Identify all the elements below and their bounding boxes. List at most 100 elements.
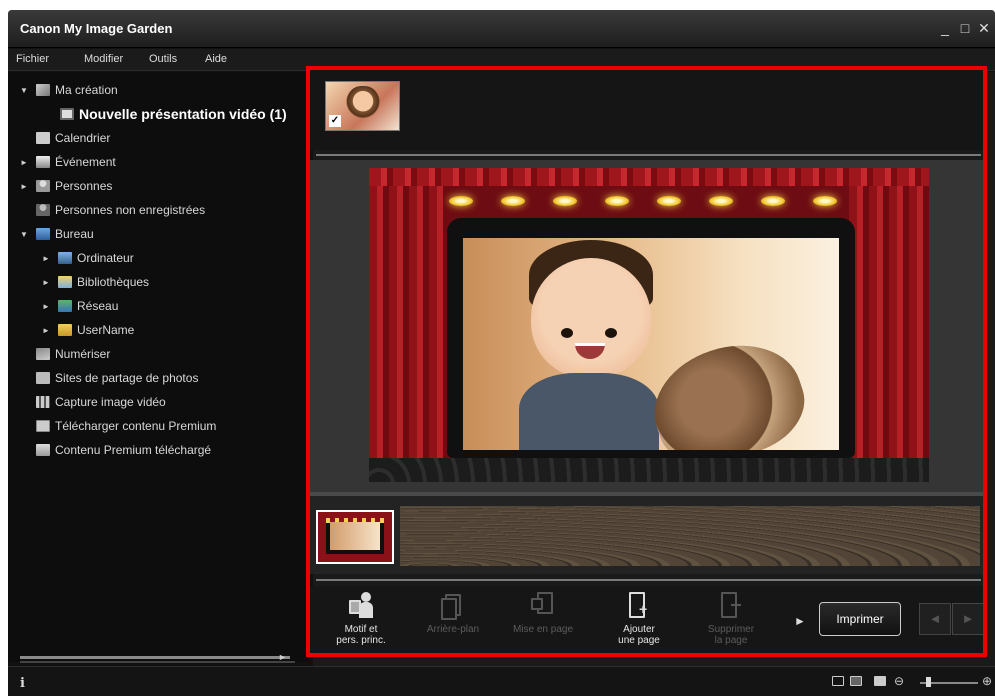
people-icon	[36, 180, 50, 192]
sidebar-tree: ▼ Ma création Nouvelle présentation vidé…	[8, 72, 310, 663]
sidebar-item-label: Sites de partage de photos	[55, 371, 199, 385]
expand-arrow-icon[interactable]: ►	[42, 278, 52, 287]
close-button[interactable]: ✕	[976, 20, 992, 36]
sidebar-item-username[interactable]: ► UserName	[42, 320, 134, 340]
minimize-button[interactable]: _	[937, 20, 953, 36]
sidebar-item-bibliotheques[interactable]: ► Bibliothèques	[42, 272, 149, 292]
zoom-slider-thumb[interactable]	[926, 677, 931, 687]
computer-icon	[58, 252, 72, 264]
button-label: Supprimer	[707, 624, 755, 635]
delete-page-button[interactable]: Supprimer la page	[698, 592, 764, 654]
sidebar-item-label: Télécharger contenu Premium	[55, 419, 217, 433]
event-icon	[36, 156, 50, 168]
strip-background-decoration	[400, 506, 980, 566]
next-button[interactable]: ►	[952, 603, 984, 635]
menu-aide[interactable]: Aide	[205, 53, 227, 65]
app-title: Canon My Image Garden	[20, 21, 173, 36]
view-thumbnail-icon[interactable]	[850, 676, 862, 686]
menu-fichier[interactable]: Fichier	[16, 53, 49, 65]
sidebar-item-calendrier[interactable]: Calendrier	[36, 128, 110, 148]
layout-button[interactable]: Mise en page	[510, 592, 576, 654]
sidebar-item-telecharger-premium[interactable]: Télécharger contenu Premium	[36, 416, 216, 436]
calendar-icon	[36, 132, 50, 144]
button-label: la page	[714, 635, 748, 646]
checkbox-checked-icon[interactable]: ✓	[329, 115, 341, 127]
expand-arrow-icon[interactable]: ▼	[20, 86, 30, 95]
sidebar-item-ma-creation[interactable]: ▼ Ma création	[20, 80, 118, 100]
page-strip-scrollbar[interactable]	[310, 576, 987, 584]
expand-arrow-icon[interactable]: ►	[20, 158, 30, 167]
title-bar: Canon My Image Garden _ □ ✕	[8, 10, 995, 48]
sidebar-item-evenement[interactable]: ► Événement	[20, 152, 116, 172]
sidebar-item-contenu-premium[interactable]: Contenu Premium téléchargé	[36, 440, 211, 460]
button-label: Arrière-plan	[426, 624, 480, 635]
sidebar-item-label: Bibliothèques	[77, 275, 150, 289]
fit-view-icon[interactable]	[874, 676, 886, 686]
menu-modifier[interactable]: Modifier	[84, 53, 123, 65]
delete-page-icon	[719, 592, 743, 620]
stage-lights	[439, 186, 859, 216]
sidebar-item-label: Calendrier	[55, 131, 111, 145]
sidebar-item-sites-partage[interactable]: Sites de partage de photos	[36, 368, 198, 388]
previous-button[interactable]: ◄	[919, 603, 951, 635]
page-thumbnail-strip	[310, 492, 987, 574]
sidebar-item-label: Événement	[55, 155, 116, 169]
sidebar-item-reseau[interactable]: ► Réseau	[42, 296, 118, 316]
sidebar-item-label: UserName	[77, 323, 135, 337]
expand-arrow-icon[interactable]: ▼	[20, 230, 30, 239]
page-thumbnail[interactable]	[316, 510, 394, 564]
sidebar-item-label: Numériser	[55, 347, 111, 361]
sidebar-divider	[20, 661, 295, 663]
main-photo[interactable]	[463, 238, 839, 450]
network-icon	[58, 300, 72, 312]
add-page-button[interactable]: + Ajouter une page	[606, 592, 672, 654]
theme-main-character-button[interactable]: Motif et pers. princ.	[328, 592, 394, 654]
photo-sharing-icon	[36, 372, 50, 384]
expand-arrow-icon[interactable]: ►	[42, 326, 52, 335]
button-label: pers. princ.	[336, 635, 386, 646]
theme-person-icon	[349, 592, 373, 620]
video-list-scrollbar[interactable]	[310, 152, 987, 158]
button-label: Motif et	[344, 624, 378, 635]
background-button[interactable]: Arrière-plan	[420, 592, 486, 654]
creation-icon	[36, 84, 50, 96]
sidebar-item-numeriser[interactable]: Numériser	[36, 344, 110, 364]
maximize-button[interactable]: □	[957, 20, 973, 36]
sidebar-item-label: Bureau	[55, 227, 94, 241]
sidebar-scrollbar[interactable]	[20, 656, 290, 659]
zoom-in-icon[interactable]: ⊕	[982, 674, 992, 688]
expand-arrow-icon[interactable]: ►	[20, 182, 30, 191]
expand-arrow-icon[interactable]: ►	[42, 254, 52, 263]
add-page-icon: +	[627, 592, 651, 620]
view-single-icon[interactable]	[832, 676, 844, 686]
sidebar-item-label: Contenu Premium téléchargé	[55, 443, 212, 457]
sidebar-item-label: Personnes non enregistrées	[55, 203, 206, 217]
sidebar-item-bureau[interactable]: ▼ Bureau	[20, 224, 94, 244]
preview-area	[310, 160, 987, 492]
info-icon[interactable]: i	[20, 676, 25, 691]
sidebar-item-personnes-non-enregistrees[interactable]: Personnes non enregistrées	[36, 200, 205, 220]
sidebar-item-label: Nouvelle présentation vidéo (1)	[79, 106, 287, 122]
sidebar-item-label: Ordinateur	[77, 251, 134, 265]
theater-preview[interactable]	[369, 168, 929, 482]
expand-arrow-icon[interactable]: ►	[42, 302, 52, 311]
video-list-strip: ✓	[310, 70, 987, 150]
print-button[interactable]: Imprimer	[819, 602, 901, 636]
sidebar-item-capture-video[interactable]: Capture image vidéo	[36, 392, 166, 412]
background-icon	[441, 592, 465, 620]
button-label: une page	[618, 635, 660, 646]
menu-bar: Fichier Modifier Outils Aide	[8, 49, 995, 71]
download-premium-icon	[36, 420, 50, 432]
libraries-icon	[58, 276, 72, 288]
sidebar-item-ordinateur[interactable]: ► Ordinateur	[42, 248, 134, 268]
more-tools-arrow-icon[interactable]: ►	[794, 614, 806, 628]
menu-outils[interactable]: Outils	[149, 53, 177, 65]
sidebar-item-label: Réseau	[77, 299, 119, 313]
sidebar-item-nouvelle-presentation[interactable]: Nouvelle présentation vidéo (1)	[60, 104, 287, 124]
sidebar-item-label: Ma création	[55, 83, 118, 97]
zoom-out-icon[interactable]: ⊖	[894, 674, 904, 688]
desktop-icon	[36, 228, 50, 240]
video-thumbnail[interactable]: ✓	[325, 81, 400, 131]
sidebar-item-personnes[interactable]: ► Personnes	[20, 176, 112, 196]
thumbnail-photo	[346, 86, 380, 124]
